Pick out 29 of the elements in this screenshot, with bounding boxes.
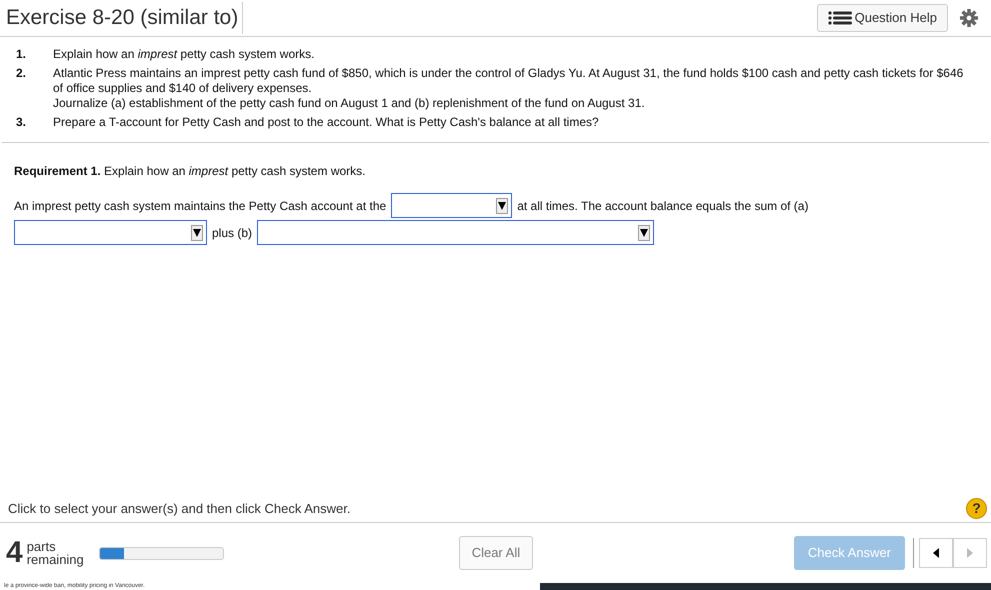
question-text: Prepare a T-account for Petty Cash and post to the account. What is Petty Cash's balance at all times?: [53, 115, 599, 130]
question-number: 2.: [16, 66, 28, 82]
list-icon: [828, 11, 852, 25]
clear-all-button[interactable]: Clear All: [458, 536, 534, 570]
instruction-text: Click to select your answer(s) and then click Check Answer.: [8, 500, 350, 518]
caret-icon: [496, 198, 508, 214]
exercise-title: Exercise 8-20 (similar to): [6, 2, 244, 34]
question-text: Atlantic Press maintains an imprest petty cash fund of $850, which is under the control of Gladys Yu. At August 31, the fund holds $100 cash and petty cash tickets for $646 of office supplies and $140 of delivery expenses.: [53, 66, 964, 96]
caret-icon: [191, 224, 203, 240]
requirement-text: Requirement 1. Explain how an imprest petty cash system works.: [13, 163, 366, 180]
question-text: Explain how an imprest petty cash system works.: [53, 47, 314, 62]
question-number: 1.: [16, 47, 28, 62]
triangle-icon: [965, 546, 975, 560]
answer-dropdown[interactable]: [14, 220, 207, 245]
parts-remaining-label: parts remaining: [26, 540, 85, 566]
answer-dropdown[interactable]: [391, 193, 512, 218]
answer-text: at all times. The account balance equals the sum of (a): [517, 198, 808, 214]
question-help-button[interactable]: Question Help: [816, 4, 948, 32]
answer-dropdown[interactable]: [257, 220, 654, 245]
settings-icon[interactable]: [960, 9, 978, 27]
parts-count: 4: [6, 538, 23, 568]
question-text: Journalize (a) establishment of the petty cash fund on August 1 and (b) replenishment of the fund on August 31.: [53, 96, 646, 111]
help-button[interactable]: ?: [966, 498, 987, 519]
previous-button[interactable]: [919, 538, 953, 568]
question-number: 3.: [16, 115, 28, 130]
triangle-icon: [931, 546, 941, 560]
caret-icon: [638, 224, 650, 240]
answer-text: An imprest petty cash system maintains the Petty Cash account at the: [14, 198, 386, 214]
answer-text: plus (b): [212, 224, 252, 242]
